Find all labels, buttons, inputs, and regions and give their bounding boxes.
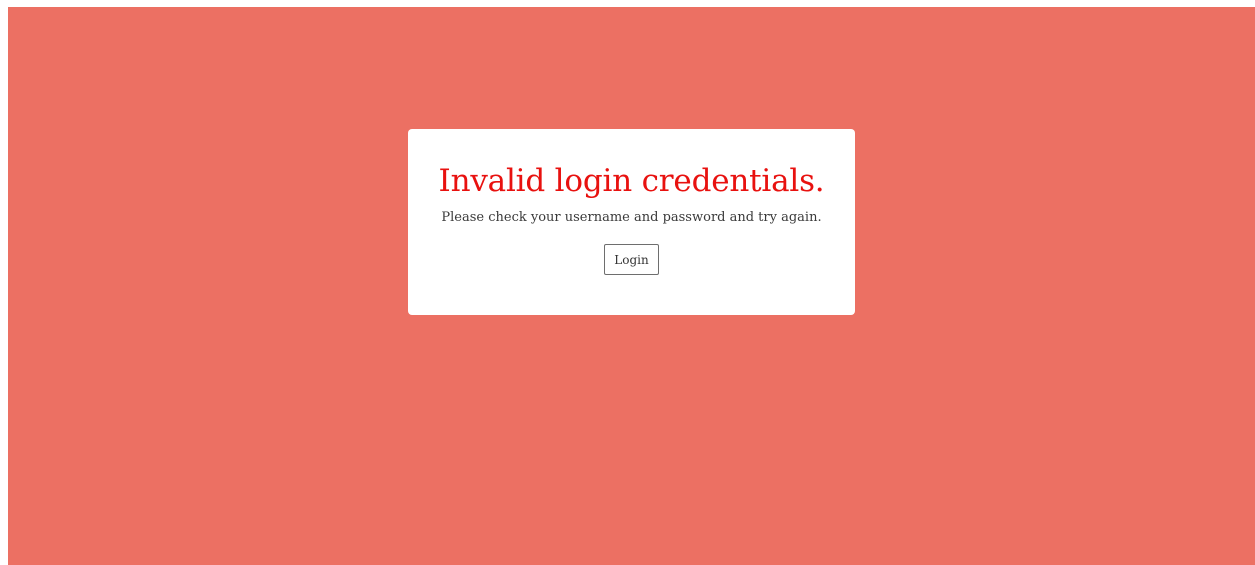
page-background: Invalid login credentials. Please check … (8, 7, 1255, 565)
login-button[interactable]: Login (604, 244, 659, 275)
error-message: Please check your username and password … (441, 210, 822, 225)
error-title: Invalid login credentials. (438, 163, 825, 199)
error-card: Invalid login credentials. Please check … (408, 129, 855, 315)
